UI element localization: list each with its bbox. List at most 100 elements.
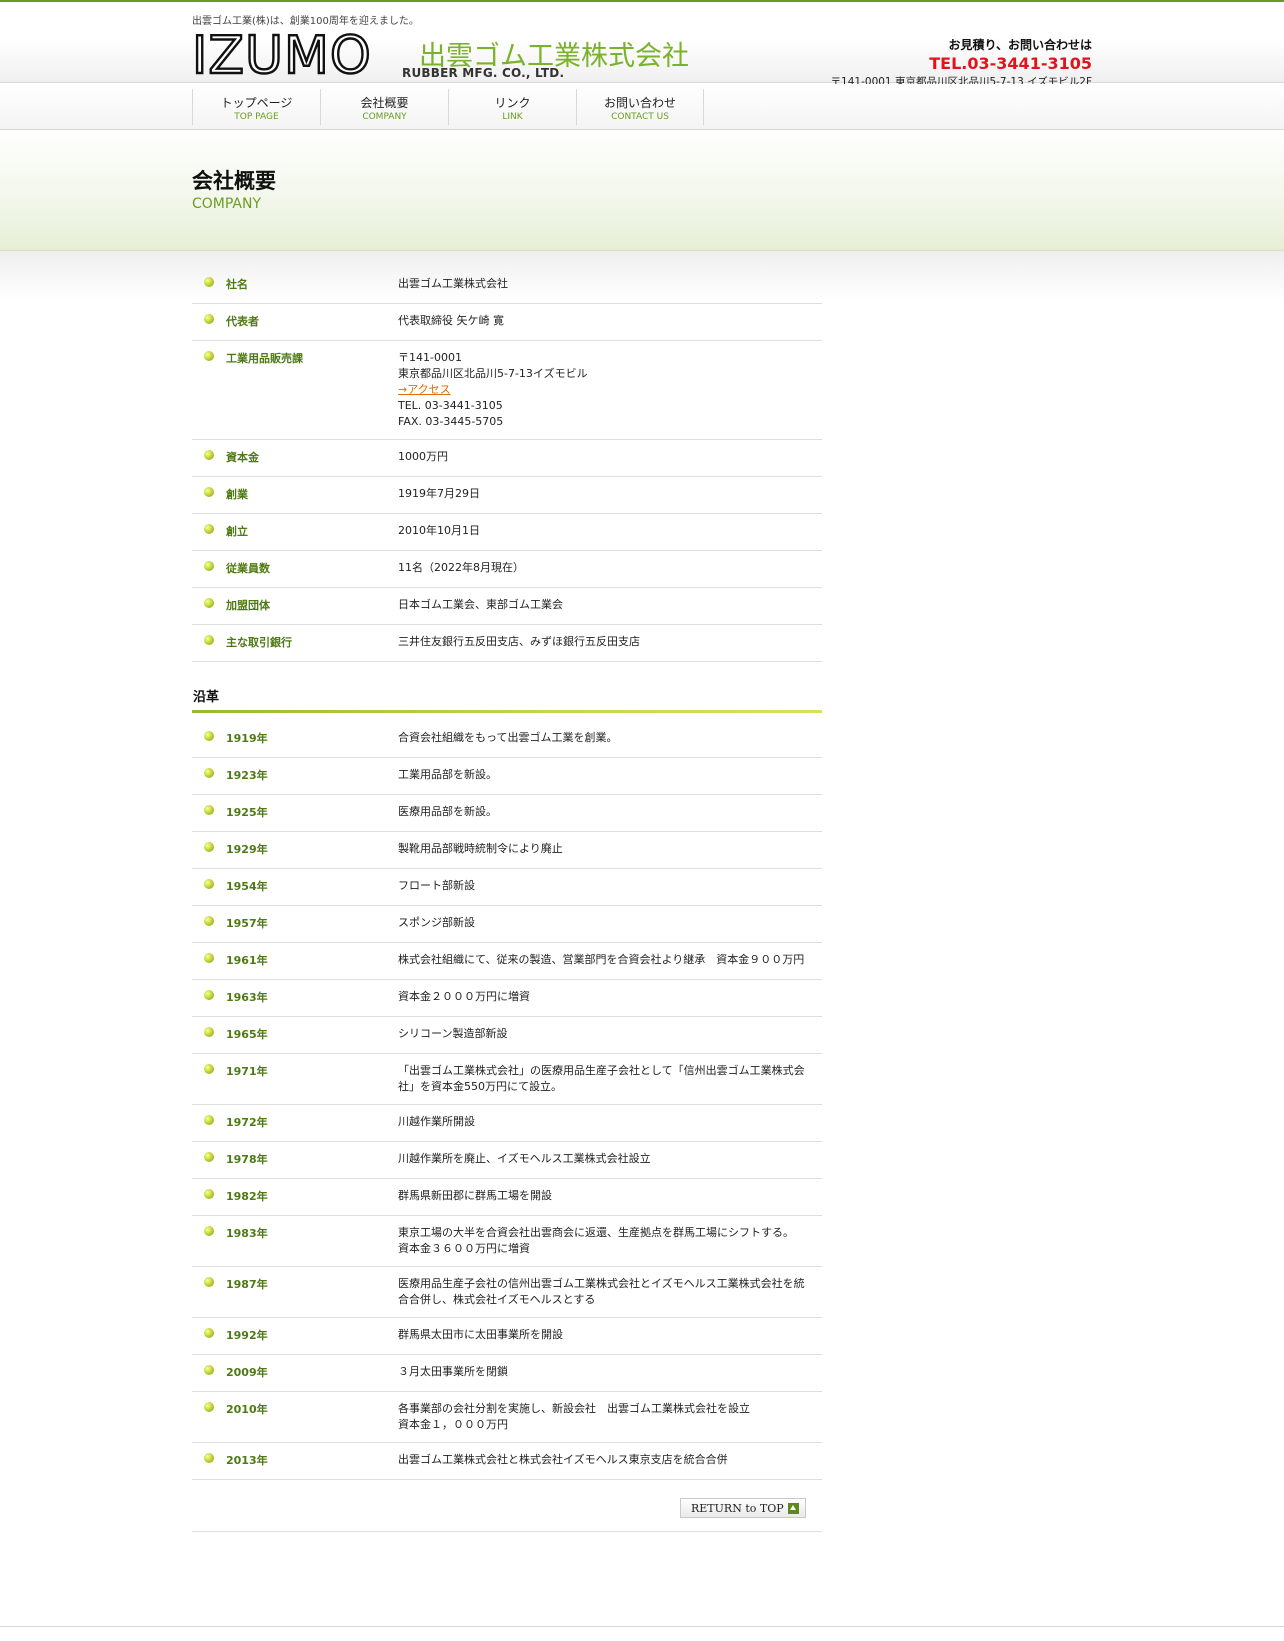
row-label: 1987年: [192, 1276, 398, 1308]
row-value: 〒141-0001 東京都品川区北品川5-7-13イズモビル →アクセス TEL. 0…: [398, 350, 822, 430]
nav-item-top[interactable]: トップページ TOP PAGE: [192, 89, 320, 125]
history-row: 1972年 川越作業所開設: [192, 1105, 822, 1142]
return-to-top-button[interactable]: RETURN to TOP: [680, 1498, 806, 1518]
history-row: 1987年 医療用品生産子会社の信州出雲ゴム工業株式会社とイズモヘルス工業株式会社…: [192, 1267, 822, 1318]
table-row: 工業用品販売課 〒141-0001 東京都品川区北品川5-7-13イズモビル →アクセ…: [192, 341, 822, 440]
row-value: 2010年10月1日: [398, 523, 822, 541]
row-label: 1957年: [192, 915, 398, 933]
history-text: 群馬県太田市に太田事業所を開設: [398, 1328, 563, 1341]
row-label: 1972年: [192, 1114, 398, 1132]
return-to-top-label: RETURN to TOP: [691, 1502, 784, 1515]
row-label-text: 社名: [226, 278, 248, 291]
row-label: 1983年: [192, 1225, 398, 1257]
history-row: 1965年 シリコーン製造部新設: [192, 1017, 822, 1054]
row-label-text: 1957年: [226, 917, 268, 930]
row-label: 1978年: [192, 1151, 398, 1169]
bullet-icon: [204, 1328, 214, 1338]
nav-item-contact[interactable]: お問い合わせ CONTACT US: [576, 89, 704, 125]
arrow-up-icon: [788, 1503, 799, 1514]
bullet-icon: [204, 1402, 214, 1412]
value-line: 11名（2022年8月現在）: [398, 561, 524, 574]
nav-label-en: CONTACT US: [611, 112, 669, 122]
bullet-icon: [204, 842, 214, 852]
history-text: 株式会社組織にて、従来の製造、営業部門を合資会社より継承 資本金９００万円: [398, 953, 805, 966]
nav-label-jp: トップページ: [220, 96, 293, 110]
row-label-text: 2010年: [226, 1403, 268, 1416]
row-label: 創業: [192, 486, 398, 504]
value-line: 2010年10月1日: [398, 524, 480, 537]
page-hero: 会社概要 COMPANY: [0, 131, 1284, 251]
history-text: 製靴用品部戦時統制令により廃止: [398, 842, 563, 855]
page-subtitle: COMPANY: [192, 196, 262, 212]
row-label-text: 1961年: [226, 954, 268, 967]
row-label: 2010年: [192, 1401, 398, 1433]
history-text: 工業用品部を新設。: [398, 768, 497, 781]
bullet-icon: [204, 953, 214, 963]
row-label-text: 1929年: [226, 843, 268, 856]
row-label-text: 1987年: [226, 1278, 268, 1291]
nav-label-jp: 会社概要: [360, 96, 409, 110]
nav-item-company[interactable]: 会社概要 COMPANY: [320, 89, 448, 125]
row-label: 1982年: [192, 1188, 398, 1206]
row-label: 加盟団体: [192, 597, 398, 615]
row-label: 1965年: [192, 1026, 398, 1044]
table-row: 創業 1919年7月29日: [192, 477, 822, 514]
row-label: 1925年: [192, 804, 398, 822]
row-label: 従業員数: [192, 560, 398, 578]
tagline: 出雲ゴム工業(株)は、創業100周年を迎えました。: [192, 16, 419, 27]
row-label: 1971年: [192, 1063, 398, 1095]
history-text: 医療用品部を新設。: [398, 805, 497, 818]
row-label-text: 1923年: [226, 769, 268, 782]
history-text: 医療用品生産子会社の信州出雲ゴム工業株式会社とイズモヘルス工業株式会社を統合合併…: [398, 1277, 805, 1306]
table-row: 従業員数 11名（2022年8月現在）: [192, 551, 822, 588]
table-row: 創立 2010年10月1日: [192, 514, 822, 551]
company-info-table: 社名 出雲ゴム工業株式会社代表者 代表取締役 矢ケ崎 寛工業用品販売課 〒141-00…: [192, 267, 822, 662]
bullet-icon: [204, 450, 214, 460]
bullet-icon: [204, 805, 214, 815]
row-label-text: 創業: [226, 488, 248, 501]
row-value: 代表取締役 矢ケ崎 寛: [398, 313, 822, 331]
contact-phone[interactable]: TEL.03-3441-3105: [831, 54, 1092, 73]
row-label: 1963年: [192, 989, 398, 1007]
row-value: 日本ゴム工業会、東部ゴム工業会: [398, 597, 822, 615]
row-label-text: 2009年: [226, 1366, 268, 1379]
value-line: 代表取締役 矢ケ崎 寛: [398, 314, 504, 327]
bullet-icon: [204, 731, 214, 741]
history-text: 「出雲ゴム工業株式会社」の医療用品生産子会社として「信州出雲ゴム工業株式会社」を…: [398, 1064, 805, 1093]
access-link[interactable]: →アクセス: [398, 383, 451, 396]
history-row: 1971年 「出雲ゴム工業株式会社」の医療用品生産子会社として「信州出雲ゴム工業株…: [192, 1054, 822, 1105]
row-label: 代表者: [192, 313, 398, 331]
value-line: 日本ゴム工業会、東部ゴム工業会: [398, 598, 563, 611]
history-row: 1925年 医療用品部を新設。: [192, 795, 822, 832]
row-label: 主な取引銀行: [192, 634, 398, 652]
row-value: 出雲ゴム工業株式会社: [398, 276, 822, 294]
row-value: 1919年7月29日: [398, 486, 822, 504]
row-label: 1919年: [192, 730, 398, 748]
row-label-text: 創立: [226, 525, 248, 538]
history-heading: 沿革: [193, 690, 220, 705]
row-label-text: 従業員数: [226, 562, 270, 575]
history-table: 1919年 合資会社組織をもって出雲ゴム工業を創業。 1923年 工業用品部を新設。 1…: [192, 721, 822, 1480]
value-line: FAX. 03-3445-5705: [398, 415, 504, 428]
row-value: 1000万円: [398, 449, 822, 467]
nav-item-link[interactable]: リンク LINK: [448, 89, 576, 125]
history-text: 川越作業所開設: [398, 1115, 475, 1128]
company-logo[interactable]: IZUMO 出雲ゴム工業株式会社 RUBBER MFG. CO., LTD.: [191, 29, 689, 83]
value-line: 1000万円: [398, 450, 448, 463]
main-content: 社名 出雲ゴム工業株式会社代表者 代表取締役 矢ケ崎 寛工業用品販売課 〒141-00…: [192, 267, 822, 1532]
history-text: スポンジ部新設: [398, 916, 475, 929]
bullet-icon: [204, 1064, 214, 1074]
history-row: 1923年 工業用品部を新設。: [192, 758, 822, 795]
history-text: シリコーン製造部新設: [398, 1027, 508, 1040]
nav-label-en: COMPANY: [362, 112, 407, 122]
history-text: ３月太田事業所を閉鎖: [398, 1365, 508, 1378]
row-label-text: 1983年: [226, 1227, 268, 1240]
row-label-text: 加盟団体: [226, 599, 270, 612]
site-header: 出雲ゴム工業(株)は、創業100周年を迎えました。 IZUMO 出雲ゴム工業株式…: [0, 2, 1284, 88]
row-label-text: 1978年: [226, 1153, 268, 1166]
bullet-icon: [204, 351, 214, 361]
history-row: 1929年 製靴用品部戦時統制令により廃止: [192, 832, 822, 869]
history-row: 1982年 群馬県新田郡に群馬工場を開設: [192, 1179, 822, 1216]
bullet-icon: [204, 598, 214, 608]
bullet-icon: [204, 1277, 214, 1287]
